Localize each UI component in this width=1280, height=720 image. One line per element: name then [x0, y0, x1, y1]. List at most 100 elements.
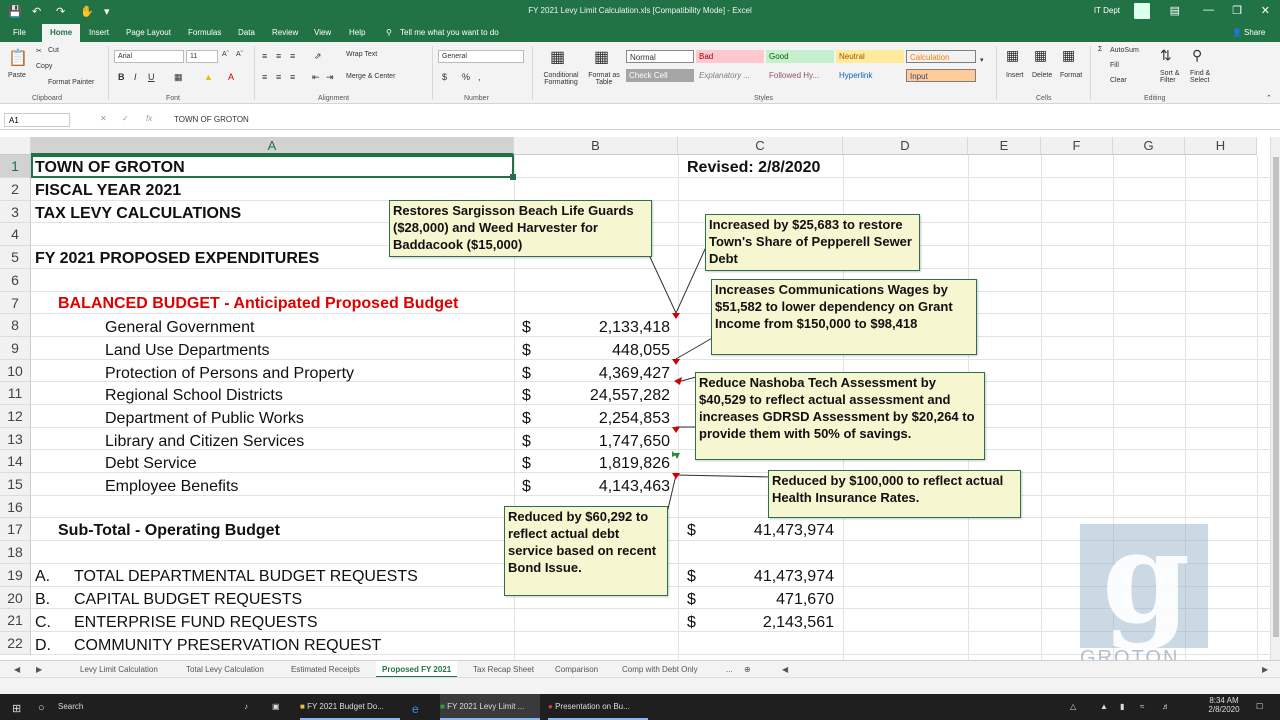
item-value[interactable]: 2,254,853	[540, 410, 670, 428]
style-explanatory[interactable]: Explanatory ...	[696, 69, 764, 82]
edge-icon[interactable]: e	[412, 694, 419, 720]
hscroll-right-icon[interactable]: ▶	[1262, 665, 1268, 674]
style-hyperlink[interactable]: Hyperlink	[836, 69, 904, 82]
formula-input[interactable]: TOWN OF GROTON	[174, 115, 249, 124]
search-box[interactable]: Search	[58, 694, 83, 720]
cell-a2[interactable]: FISCAL YEAR 2021	[35, 182, 181, 200]
tab-help[interactable]: Help	[349, 28, 365, 37]
align-middle-icon[interactable]: ≡	[276, 51, 281, 61]
enter-icon[interactable]: ✓	[122, 114, 129, 123]
style-good[interactable]: Good	[766, 50, 834, 63]
volume-icon[interactable]: ♬	[1162, 694, 1170, 720]
sheet-tab[interactable]: Levy Limit Calculation	[80, 665, 158, 674]
sort-filter-button[interactable]: Sort & Filter	[1160, 70, 1188, 84]
row-header[interactable]: 10	[0, 360, 31, 382]
row-header[interactable]: 2	[0, 178, 31, 201]
merge-center-button[interactable]: Merge & Center	[346, 73, 395, 80]
row-header[interactable]: 4	[0, 223, 31, 246]
cell-a17[interactable]: Sub-Total - Operating Budget	[58, 522, 280, 540]
name-box[interactable]: A1	[4, 113, 70, 127]
align-right-icon[interactable]: ≡	[290, 72, 295, 82]
row-header[interactable]: 18	[0, 541, 31, 564]
conditional-formatting-button[interactable]: Conditional Formatting	[538, 72, 584, 86]
minimize-icon[interactable]: —	[1203, 4, 1214, 16]
sheet-tab[interactable]: Tax Recap Sheet	[473, 665, 534, 674]
format-table-icon[interactable]: ▦	[594, 47, 609, 67]
format-as-table-button[interactable]: Format as Table	[586, 72, 622, 86]
style-neutral[interactable]: Neutral	[836, 50, 904, 63]
request-value[interactable]: 41,473,974	[700, 568, 834, 586]
item-value[interactable]: 4,369,427	[540, 365, 670, 383]
tab-file[interactable]: File	[13, 28, 26, 37]
network-icon[interactable]: ▲	[1100, 694, 1108, 720]
row-header[interactable]: 14	[0, 450, 31, 473]
restore-icon[interactable]: ❐	[1232, 4, 1242, 17]
request-label[interactable]: TOTAL DEPARTMENTAL BUDGET REQUESTS	[74, 568, 418, 586]
scrollbar-thumb[interactable]	[1273, 157, 1279, 637]
request-label[interactable]: COMMUNITY PRESERVATION REQUEST	[74, 637, 381, 655]
request-letter[interactable]: C.	[35, 614, 51, 632]
tab-view[interactable]: View	[314, 28, 331, 37]
item-value[interactable]: 2,133,418	[540, 319, 670, 337]
style-check-cell[interactable]: Check Cell	[626, 69, 694, 82]
row-header[interactable]: 1	[0, 155, 31, 178]
item-label[interactable]: Land Use Departments	[105, 342, 270, 360]
comma-icon[interactable]: ,	[478, 72, 481, 82]
format-painter-button[interactable]: Format Painter	[48, 79, 94, 86]
number-format-select[interactable]: General	[438, 50, 524, 63]
comment-note[interactable]: Reduced by $60,292 to reflect actual deb…	[504, 506, 668, 596]
paste-icon[interactable]: 📋	[8, 48, 28, 68]
cell-c1[interactable]: Revised: 2/8/2020	[687, 159, 820, 177]
row-header[interactable]: 12	[0, 405, 31, 428]
row-header[interactable]: 21	[0, 609, 31, 632]
format-cells-button[interactable]: Format	[1060, 72, 1082, 79]
new-sheet-icon[interactable]: ⊕	[744, 665, 751, 674]
font-color-icon[interactable]: A	[228, 72, 234, 82]
row-header[interactable]: 20	[0, 587, 31, 609]
taskbar-app-explorer[interactable]: ■ FY 2021 Budget Do...	[300, 694, 400, 720]
style-normal[interactable]: Normal	[626, 50, 694, 63]
avatar[interactable]	[1134, 3, 1150, 19]
col-header-d[interactable]: D	[843, 137, 968, 155]
sheet-tab[interactable]: Estimated Receipts	[291, 665, 360, 674]
request-value[interactable]: 471,670	[700, 591, 834, 609]
col-header-g[interactable]: G	[1113, 137, 1185, 155]
collapse-ribbon-icon[interactable]: ⌃	[1266, 94, 1272, 102]
align-left-icon[interactable]: ≡	[262, 72, 267, 82]
item-value[interactable]: 4,143,463	[540, 478, 670, 496]
align-bottom-icon[interactable]: ≡	[290, 51, 295, 61]
bold-icon[interactable]: B	[118, 72, 125, 82]
request-label[interactable]: ENTERPRISE FUND REQUESTS	[74, 614, 318, 632]
comment-note[interactable]: Restores Sargisson Beach Life Guards ($2…	[389, 200, 652, 257]
align-top-icon[interactable]: ≡	[262, 51, 267, 61]
comment-note[interactable]: Reduced by $100,000 to reflect actual He…	[768, 470, 1021, 518]
styles-more-icon[interactable]: ▾	[980, 56, 984, 64]
row-header[interactable]: 8	[0, 314, 31, 337]
clock[interactable]: 8:34 AM 2/8/2020	[1200, 696, 1248, 714]
hscroll-left-icon[interactable]: ◀	[782, 665, 788, 674]
comment-note[interactable]: Increases Communications Wages by $51,58…	[711, 279, 977, 355]
mic-icon[interactable]: ♪	[244, 694, 248, 720]
cell-a7[interactable]: BALANCED BUDGET - Anticipated Proposed B…	[58, 295, 458, 313]
item-value[interactable]: 1,819,826	[540, 455, 670, 473]
find-select-button[interactable]: Find & Select	[1190, 70, 1220, 84]
fill-handle[interactable]	[510, 174, 516, 180]
col-header-h[interactable]: H	[1185, 137, 1257, 155]
style-bad[interactable]: Bad	[696, 50, 764, 63]
close-icon[interactable]: ✕	[1261, 4, 1270, 17]
copy-button[interactable]: Copy	[36, 63, 52, 70]
col-header-b[interactable]: B	[514, 137, 678, 155]
item-label[interactable]: General Government	[105, 319, 254, 337]
tab-formulas[interactable]: Formulas	[188, 28, 221, 37]
row-header[interactable]: 16	[0, 496, 31, 518]
col-header-f[interactable]: F	[1041, 137, 1113, 155]
item-label[interactable]: Department of Public Works	[105, 410, 304, 428]
cell-a3[interactable]: TAX LEVY CALCULATIONS	[35, 205, 241, 223]
subtotal-value[interactable]: 41,473,974	[700, 522, 834, 540]
request-letter[interactable]: B.	[35, 591, 50, 609]
style-input[interactable]: Input	[906, 69, 976, 82]
sheet-next-icon[interactable]: ▶	[36, 665, 42, 674]
item-label[interactable]: Protection of Persons and Property	[105, 365, 354, 383]
italic-icon[interactable]: I	[134, 72, 137, 82]
conditional-formatting-icon[interactable]: ▦	[550, 47, 565, 67]
